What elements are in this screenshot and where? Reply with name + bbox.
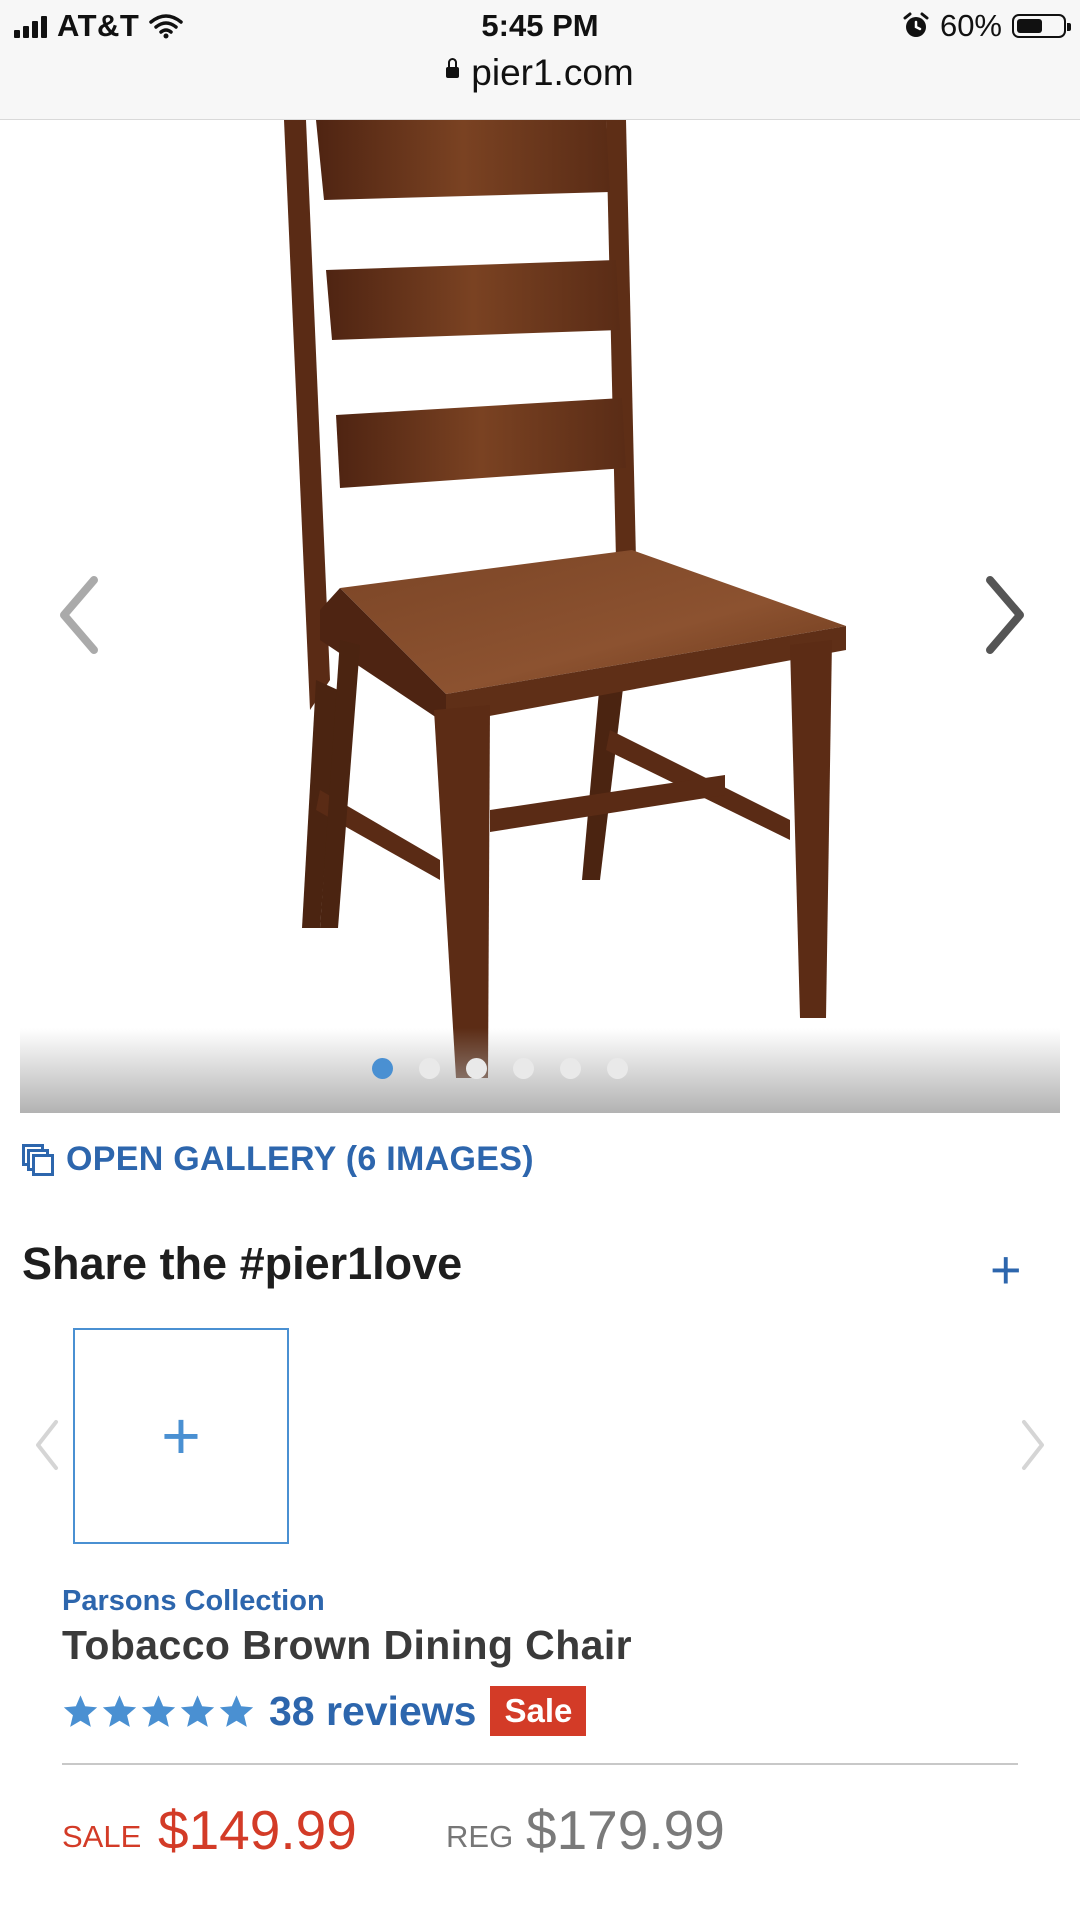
star-icon [141,1694,176,1727]
regular-price-label: REG [446,1819,514,1854]
url-text: pier1.com [471,52,634,93]
share-section-title: Share the #pier1love [22,1238,463,1289]
add-photo-button[interactable]: + [73,1328,289,1544]
carousel-next-button[interactable] [970,560,1040,670]
sale-price: $149.99 [158,1799,357,1861]
lock-icon [446,57,460,78]
share-expand-button[interactable]: + [990,1240,1022,1300]
open-gallery-link[interactable]: OPEN GALLERY (6 IMAGES) [22,1140,534,1179]
plus-icon: + [161,1398,201,1474]
sale-badge: Sale [490,1686,587,1736]
ugc-prev-button[interactable] [28,1410,68,1480]
gallery-icon [22,1143,54,1176]
url-bar[interactable]: pier1.com [0,52,1080,94]
star-icon [63,1694,98,1727]
chevron-right-icon [986,576,1024,654]
chevron-left-icon [36,1420,58,1470]
carousel-dot[interactable] [607,1058,628,1079]
battery-percent: 60% [939,8,1002,43]
chevron-right-icon [1022,1420,1044,1470]
divider [62,1763,1018,1765]
product-image-carousel[interactable] [20,120,1060,1113]
carousel-dot[interactable] [466,1058,487,1079]
product-image[interactable] [20,120,1060,1113]
regular-price: $179.99 [526,1799,725,1861]
battery-icon [1012,14,1071,38]
alarm-icon [903,12,929,37]
status-bar: AT&T 5:45 PM 60% [0,0,1080,52]
carousel-dot[interactable] [372,1058,393,1079]
star-icon [180,1694,215,1727]
chevron-left-icon [60,576,98,654]
carousel-dot[interactable] [513,1058,534,1079]
star-rating[interactable] [62,1693,255,1730]
collection-link[interactable]: Parsons Collection [62,1585,325,1618]
product-name: Tobacco Brown Dining Chair [62,1622,632,1668]
star-icon [102,1694,137,1727]
sale-price-label: SALE [62,1819,142,1854]
carousel-prev-button[interactable] [48,560,118,670]
status-right: 60% [902,8,1071,44]
battery-fill [1017,19,1042,33]
carousel-dot[interactable] [419,1058,440,1079]
carousel-dots [20,1058,1060,1079]
open-gallery-label: OPEN GALLERY (6 IMAGES) [66,1140,534,1178]
carousel-dot[interactable] [560,1058,581,1079]
star-icon [219,1694,254,1727]
rating-row: 38 reviews Sale [62,1686,587,1736]
price-row: SALE $149.99 REG $179.99 [62,1795,1022,1865]
reviews-link[interactable]: 38 reviews [269,1688,476,1735]
browser-top-bar: AT&T 5:45 PM 60% pier1.com [0,0,1080,120]
ugc-next-button[interactable] [1012,1410,1052,1480]
